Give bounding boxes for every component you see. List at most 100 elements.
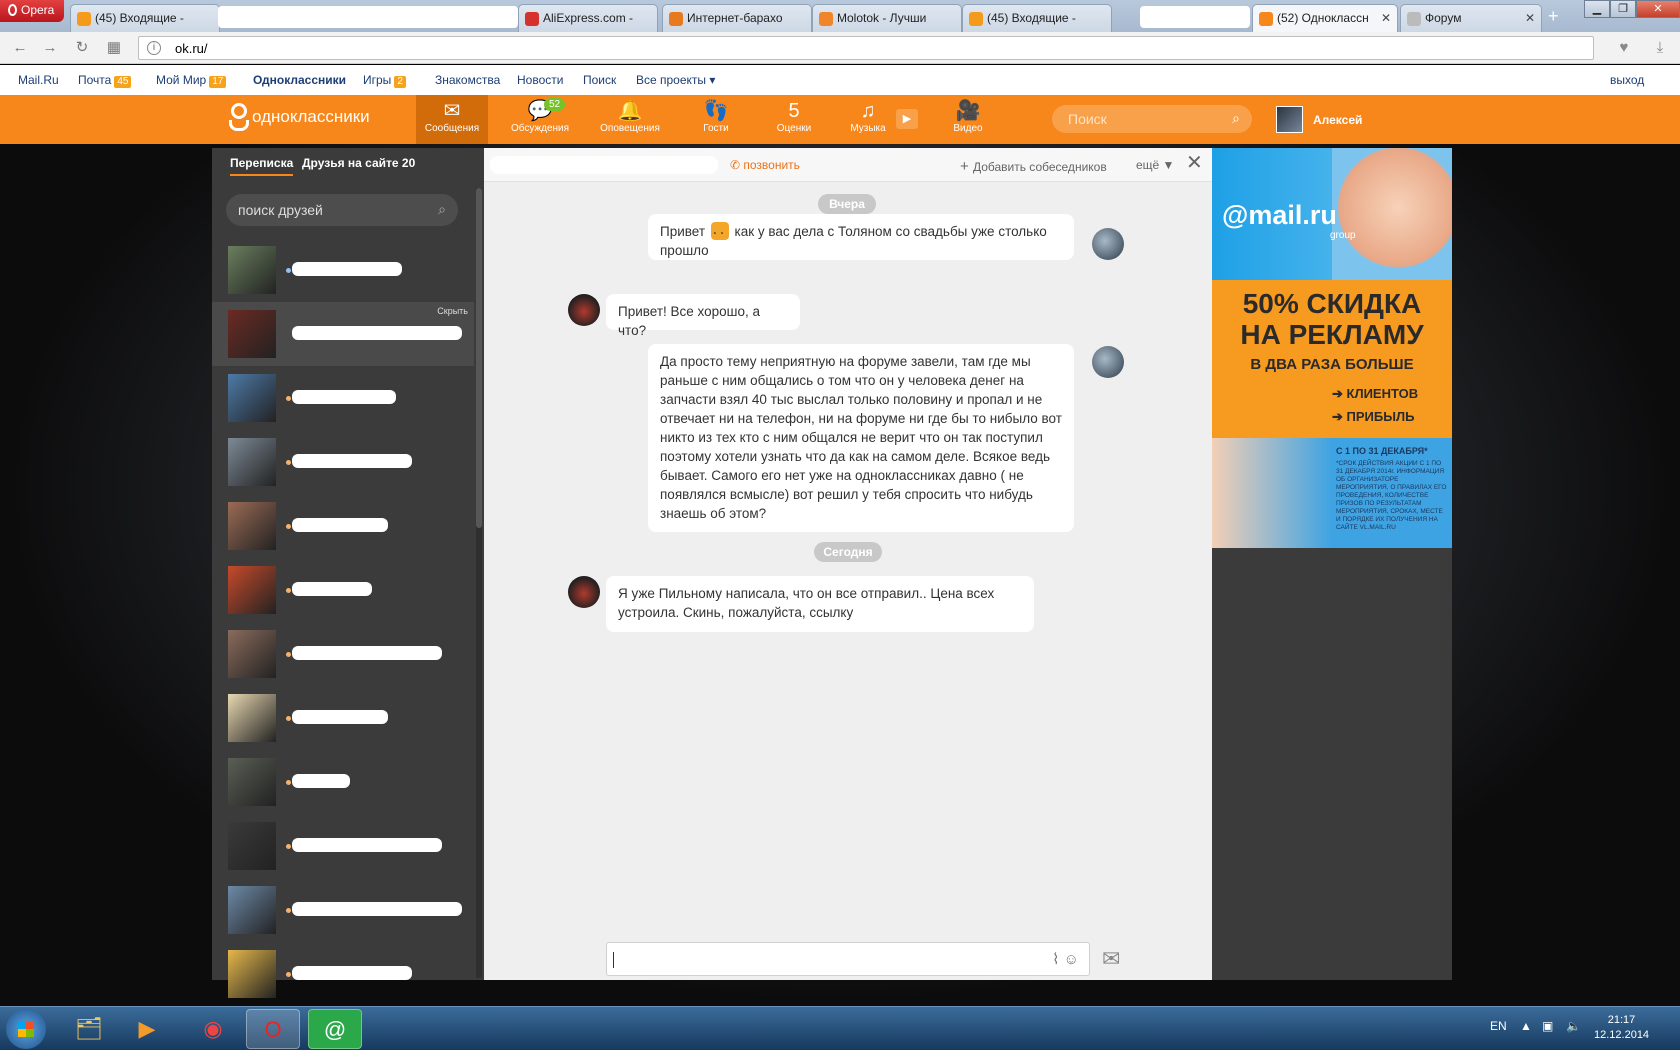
tab-forum[interactable]: Форум ✕	[1400, 4, 1542, 32]
nav-music[interactable]: ♫ Музыка	[832, 95, 904, 144]
volume-icon[interactable]: 🔈	[1566, 1019, 1581, 1033]
tab-conversations[interactable]: Переписка	[230, 156, 294, 176]
reload-icon[interactable]: ↻	[72, 39, 92, 57]
contact-list-item[interactable]	[212, 750, 474, 814]
contact-list-item[interactable]	[212, 814, 474, 878]
avatar[interactable]	[1092, 228, 1124, 260]
avatar[interactable]	[1092, 346, 1124, 378]
bell-icon: 🔔	[617, 100, 643, 122]
nav-messages[interactable]: ✉ Сообщения	[416, 95, 488, 144]
system-clock[interactable]: 21:17 12.12.2014	[1594, 1013, 1649, 1043]
forward-icon[interactable]: →	[40, 39, 60, 57]
site-info-icon[interactable]: i	[147, 41, 161, 55]
tab-baraholka[interactable]: Интернет-барахо	[662, 4, 812, 32]
opera-menu-button[interactable]: Opera	[0, 0, 64, 22]
nav-ratings[interactable]: 5 Оценки	[758, 95, 830, 144]
nav-pochta[interactable]: Почта 45	[78, 73, 132, 88]
search-icon[interactable]: ⌕	[1232, 110, 1240, 127]
contact-name	[292, 902, 462, 916]
sidebar-scrollbar[interactable]	[476, 188, 482, 978]
nav-all-projects[interactable]: Все проекты ▾	[636, 73, 715, 87]
mail-agent-taskbar-icon[interactable]: @	[308, 1009, 362, 1049]
tray-expand-icon[interactable]: ▲	[1520, 1019, 1532, 1033]
tab-close-icon[interactable]: ✕	[1525, 11, 1535, 25]
download-icon[interactable]: ⤓	[1650, 39, 1670, 57]
hide-conversation-button[interactable]: Скрыть	[437, 306, 468, 316]
language-indicator[interactable]: EN	[1490, 1019, 1507, 1033]
nav-mailru[interactable]: Mail.Ru	[18, 73, 59, 87]
speed-dial-icon[interactable]: ▦	[104, 39, 124, 57]
restore-button[interactable]: ❐	[1610, 0, 1636, 18]
envelope-icon: ✉	[443, 100, 461, 122]
contact-list-item[interactable]	[212, 686, 474, 750]
mail-favicon-icon	[77, 12, 91, 26]
paperclip-icon[interactable]: ⌇	[1052, 951, 1059, 968]
ok-logo[interactable]: одноклассники	[228, 103, 370, 131]
minimize-button[interactable]: ▁	[1584, 0, 1610, 18]
contact-list-item[interactable]: Скрыть	[212, 302, 474, 366]
tab-close-icon[interactable]: ✕	[1381, 11, 1391, 25]
network-icon[interactable]: ▣	[1542, 1019, 1553, 1033]
search-icon[interactable]: ⌕	[438, 201, 446, 218]
contact-list-item[interactable]	[212, 942, 474, 1006]
nav-discussions[interactable]: 💬 52 Обсуждения	[504, 95, 576, 144]
nav-poisk[interactable]: Поиск	[583, 73, 616, 87]
nav-novosti[interactable]: Новости	[517, 73, 563, 87]
nav-guests[interactable]: 👣 Гости	[680, 95, 752, 144]
start-button[interactable]	[6, 1009, 46, 1049]
tab-aliexpress[interactable]: AliExpress.com -	[518, 4, 658, 32]
contact-list-item[interactable]	[212, 622, 474, 686]
tab-friends-online[interactable]: Друзья на сайте 20	[302, 156, 415, 170]
contact-photo	[228, 438, 276, 486]
nav-odnoklassniki[interactable]: Одноклассники	[253, 73, 346, 87]
send-button[interactable]: ✉	[1102, 946, 1120, 972]
user-profile[interactable]: Алексей	[1276, 106, 1362, 133]
contact-list-item[interactable]	[212, 238, 474, 302]
tab-inbox-1[interactable]: (45) Входящие -	[70, 4, 220, 32]
ok-search-input[interactable]: Поиск ⌕	[1052, 105, 1252, 133]
heart-icon[interactable]: ♥	[1614, 39, 1634, 57]
window-controls: ▁ ❐ ✕	[1584, 0, 1680, 20]
redacted-tab	[1140, 6, 1250, 28]
smiley-icon[interactable]: ☺	[1064, 951, 1079, 968]
logout-link[interactable]: выход	[1610, 73, 1644, 87]
contact-photo	[228, 694, 276, 742]
friend-search-input[interactable]: поиск друзей ⌕	[226, 194, 458, 226]
explorer-taskbar-icon[interactable]: 🗂	[62, 1009, 116, 1049]
advertisement-banner[interactable]: @mail.ru group 50% СКИДКА НА РЕКЛАМУ В ДВ…	[1212, 148, 1452, 548]
nav-moi-mir[interactable]: Мой Мир 17	[156, 73, 227, 88]
avatar[interactable]	[568, 294, 600, 326]
tab-inbox-2[interactable]: (45) Входящие -	[962, 4, 1112, 32]
windows-logo-icon	[18, 1021, 34, 1037]
close-window-button[interactable]: ✕	[1636, 0, 1680, 18]
nav-znakomstva[interactable]: Знакомства	[435, 73, 500, 87]
url-input[interactable]: i ok.ru/	[138, 36, 1594, 60]
close-chat-icon[interactable]: ✕	[1186, 153, 1203, 173]
message-input[interactable]: ⌇ ☺	[606, 942, 1090, 976]
opera-taskbar-icon[interactable]: O	[246, 1009, 300, 1049]
contact-name	[292, 454, 412, 468]
nav-notifications[interactable]: 🔔 Оповещения	[594, 95, 666, 144]
tab-molotok[interactable]: Molotok - Лучши	[812, 4, 962, 32]
baby-image	[1332, 148, 1452, 280]
contact-list-item[interactable]	[212, 366, 474, 430]
avatar[interactable]	[568, 576, 600, 608]
ad-headline: 50% СКИДКА НА РЕКЛАМУ	[1240, 288, 1424, 350]
online-status-dot	[286, 588, 291, 593]
add-participants-button[interactable]: + Добавить собеседников	[960, 158, 1107, 175]
nav-igry[interactable]: Игры 2	[363, 73, 406, 88]
contact-list-item[interactable]	[212, 494, 474, 558]
more-menu-button[interactable]: ещё ▼	[1136, 158, 1174, 172]
contact-list-item[interactable]	[212, 558, 474, 622]
chrome-taskbar-icon[interactable]: ◉	[186, 1009, 240, 1049]
nav-video[interactable]: 🎥 Видео	[932, 95, 1004, 144]
tab-odnoklassniki[interactable]: (52) Одноклассн ✕	[1252, 4, 1398, 32]
media-player-taskbar-icon[interactable]: ▶	[120, 1009, 174, 1049]
new-tab-icon[interactable]: +	[1548, 6, 1559, 27]
scrollbar-thumb[interactable]	[476, 188, 482, 528]
contact-list-item[interactable]	[212, 878, 474, 942]
play-icon[interactable]: ▶	[896, 109, 918, 129]
call-button[interactable]: ✆ позвонить	[730, 158, 800, 172]
contact-list-item[interactable]	[212, 430, 474, 494]
back-icon[interactable]: ←	[10, 39, 30, 57]
